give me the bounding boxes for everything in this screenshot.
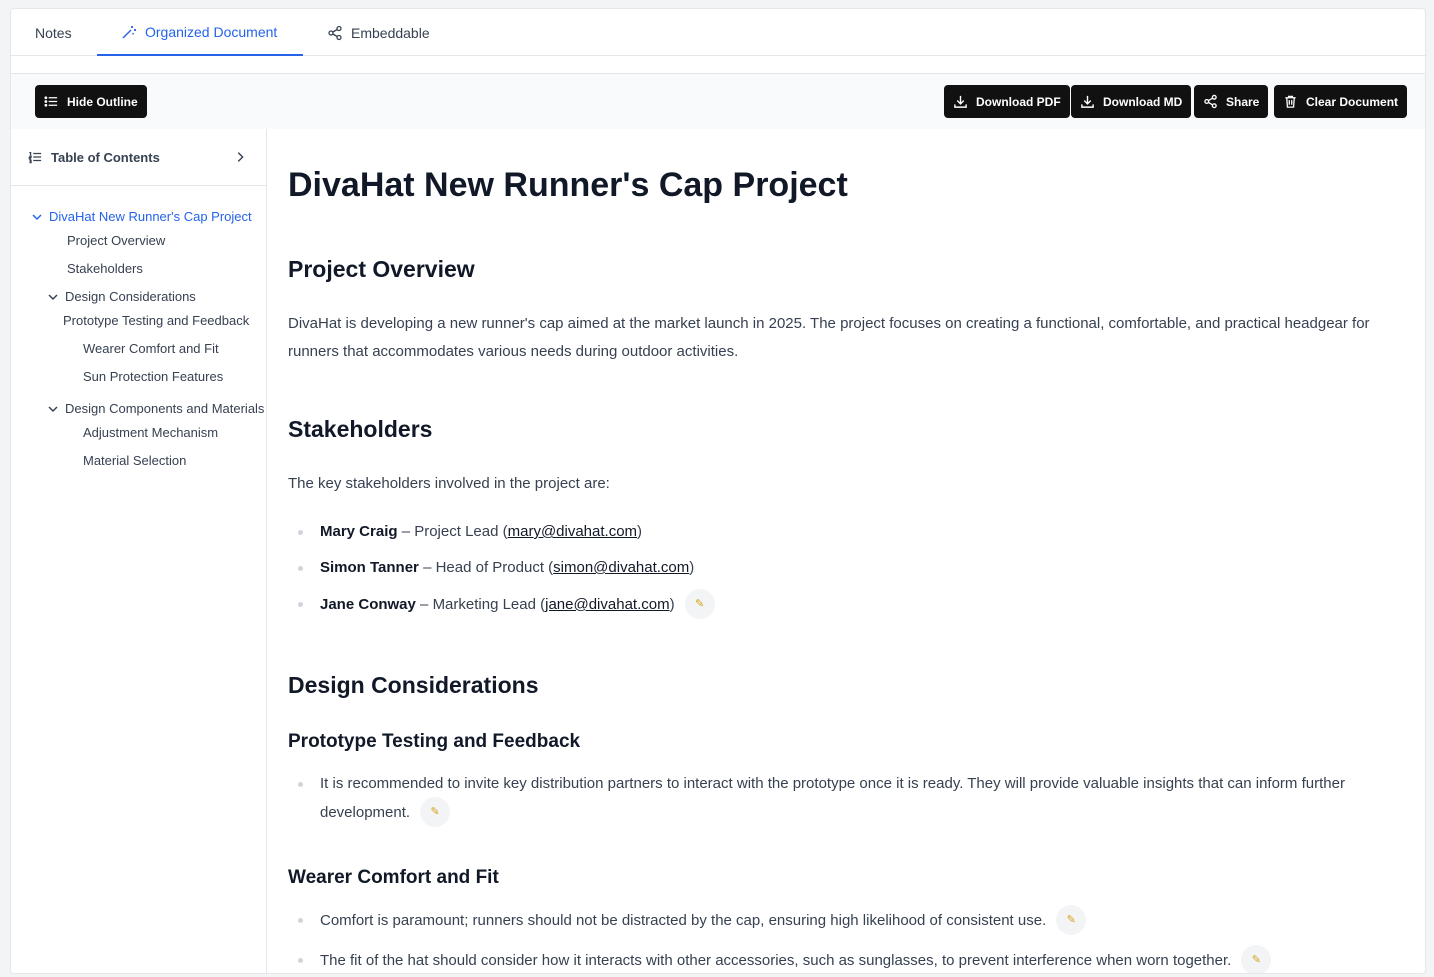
stakeholder-name: Jane Conway bbox=[320, 595, 416, 613]
toc-item-material-selection[interactable]: Material Selection bbox=[83, 453, 186, 468]
list-ordered-icon bbox=[28, 152, 42, 164]
separator: – bbox=[418, 559, 436, 576]
list-item-text: The fit of the hat should consider how i… bbox=[320, 951, 1232, 969]
toc-title: Table of Contents bbox=[51, 149, 160, 165]
separator: – bbox=[415, 595, 433, 613]
app-window: Notes Organized Document Embeddable Hide… bbox=[10, 8, 1426, 974]
toc-item-label: Prototype Testing and Feedback bbox=[63, 313, 250, 328]
source-note-icon[interactable]: ✎ bbox=[684, 589, 715, 619]
toc-item-label: Stakeholders bbox=[67, 261, 143, 276]
toc-item-adjustment-mechanism[interactable]: Adjustment Mechanism bbox=[83, 425, 218, 440]
stakeholder-role: Marketing Lead ( bbox=[432, 595, 546, 613]
paren-close: ) bbox=[637, 523, 643, 540]
download-md-button[interactable]: Download MD bbox=[1071, 85, 1192, 118]
chevron-right-icon[interactable] bbox=[233, 150, 247, 164]
list-item-text: Comfort is paramount; runners should not… bbox=[320, 911, 1047, 929]
stakeholder-name: Mary Craig bbox=[320, 523, 398, 540]
trash-icon bbox=[1285, 95, 1296, 108]
heading-stakeholders: Stakeholders bbox=[288, 416, 433, 442]
email-link[interactable]: mary@divahat.com bbox=[508, 523, 637, 540]
clear-document-button[interactable]: Clear Document bbox=[1274, 85, 1408, 118]
source-note-icon[interactable]: ✎ bbox=[1241, 945, 1272, 973]
source-note-icon[interactable]: ✎ bbox=[420, 797, 451, 827]
list-icon bbox=[44, 96, 58, 107]
toc-item-label: Project Overview bbox=[67, 233, 166, 248]
paren-close: ) bbox=[669, 595, 675, 613]
clear-document-label: Clear Document bbox=[1306, 94, 1399, 109]
list-item: Comfort is paramount; runners should not… bbox=[297, 905, 1087, 936]
stakeholder-role: Head of Product ( bbox=[435, 559, 554, 576]
download-pdf-button[interactable]: Download PDF bbox=[944, 85, 1070, 118]
share-icon bbox=[1204, 94, 1217, 109]
tab-bar: Notes Organized Document Embeddable bbox=[11, 9, 1425, 56]
list-item-stakeholder: Simon Tanner – Head of Product (simon@di… bbox=[297, 554, 695, 582]
share-nodes-icon bbox=[328, 25, 342, 40]
list-item-text: It is recommended to invite key distribu… bbox=[320, 775, 1345, 821]
toc-item-label: Sun Protection Features bbox=[83, 369, 224, 384]
toc-item-label: Material Selection bbox=[83, 453, 187, 468]
source-note-icon[interactable]: ✎ bbox=[1056, 905, 1087, 935]
email-link[interactable]: simon@divahat.com bbox=[553, 559, 689, 576]
list-item-stakeholder: Mary Craig – Project Lead (mary@divahat.… bbox=[297, 518, 643, 546]
paragraph-stakeholders-intro: The key stakeholders involved in the pro… bbox=[288, 475, 610, 492]
share-label: Share bbox=[1226, 94, 1260, 109]
paren-close: ) bbox=[689, 559, 695, 576]
toolbar: Hide Outline Download PDF Download MD Sh… bbox=[11, 74, 1425, 129]
heading-prototype-testing: Prototype Testing and Feedback bbox=[288, 731, 581, 752]
download-md-label: Download MD bbox=[1103, 94, 1183, 109]
tab-label: Organized Document bbox=[145, 23, 278, 40]
tab-label: Embeddable bbox=[351, 24, 430, 41]
hide-outline-label: Hide Outline bbox=[67, 94, 138, 109]
heading-project-overview: Project Overview bbox=[288, 256, 475, 282]
heading-wearer-comfort: Wearer Comfort and Fit bbox=[288, 867, 499, 888]
chevron-down-icon bbox=[48, 405, 58, 412]
list-item-stakeholder: Jane Conway – Marketing Lead (jane@divah… bbox=[298, 589, 715, 620]
chevron-down-icon bbox=[48, 293, 58, 300]
toc-item-label: DivaHat New Runner's Cap Project bbox=[49, 209, 252, 224]
stakeholder-role: Project Lead ( bbox=[414, 523, 508, 540]
tab-notes[interactable]: Notes bbox=[35, 9, 72, 56]
toc-item-design-considerations[interactable]: Design Considerations bbox=[47, 289, 196, 304]
document-title: DivaHat New Runner's Cap Project bbox=[288, 166, 848, 204]
toc-item-wearer-comfort[interactable]: Wearer Comfort and Fit bbox=[83, 341, 219, 356]
outline-sidebar: Table of Contents DivaHat New Runner's C… bbox=[11, 129, 267, 973]
toc-item-sun-protection[interactable]: Sun Protection Features bbox=[83, 369, 223, 384]
toc-item-design-components[interactable]: Design Components and Materials bbox=[47, 401, 264, 416]
toc-item-title[interactable]: DivaHat New Runner's Cap Project bbox=[31, 209, 252, 224]
paragraph-overview: DivaHat is developing a new runner's cap… bbox=[288, 315, 1370, 360]
toc-item-prototype-testing[interactable]: Prototype Testing and Feedback bbox=[63, 313, 249, 328]
email-link[interactable]: jane@divahat.com bbox=[545, 596, 669, 613]
toc-item-label: Wearer Comfort and Fit bbox=[83, 341, 219, 356]
stakeholder-name: Simon Tanner bbox=[320, 559, 419, 576]
hide-outline-button[interactable]: Hide Outline bbox=[35, 85, 147, 118]
heading-design-considerations: Design Considerations bbox=[288, 672, 539, 698]
download-icon bbox=[954, 95, 967, 108]
document-content: DivaHat New Runner's Cap Project Project… bbox=[268, 129, 1425, 973]
toc-header[interactable]: Table of Contents bbox=[11, 129, 266, 186]
toc-item-label: Adjustment Mechanism bbox=[83, 425, 219, 440]
download-icon bbox=[1081, 95, 1094, 108]
tab-label: Notes bbox=[35, 24, 72, 41]
toc-item-stakeholders[interactable]: Stakeholders bbox=[67, 261, 143, 276]
toc-item-project-overview[interactable]: Project Overview bbox=[67, 233, 165, 248]
list-item: It is recommended to invite key distribu… bbox=[298, 770, 1400, 828]
download-pdf-label: Download PDF bbox=[976, 94, 1061, 109]
separator: – bbox=[397, 523, 415, 540]
tab-organized-document[interactable]: Organized Document bbox=[97, 9, 303, 56]
share-button[interactable]: Share bbox=[1194, 85, 1269, 118]
chevron-down-icon bbox=[32, 213, 42, 220]
tab-embeddable[interactable]: Embeddable bbox=[327, 9, 430, 56]
list-item: The fit of the hat should consider how i… bbox=[297, 945, 1272, 973]
toc-item-label: Design Considerations bbox=[65, 289, 196, 304]
toc-item-label: Design Components and Materials bbox=[65, 401, 265, 416]
magic-wand-icon bbox=[122, 25, 136, 38]
